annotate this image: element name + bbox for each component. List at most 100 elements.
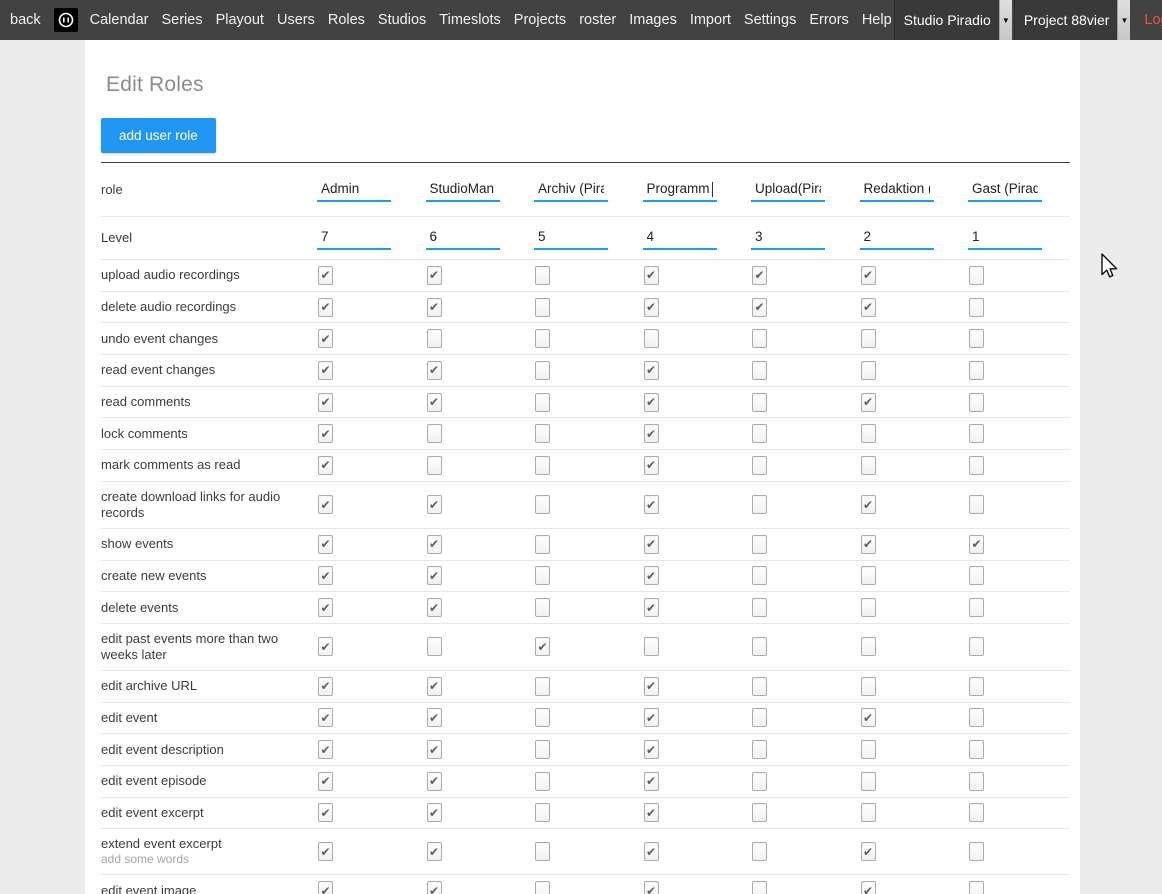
permission-checkbox-checked[interactable]: ✔ — [644, 298, 659, 317]
permission-checkbox-checked[interactable]: ✔ — [644, 881, 659, 894]
project-select[interactable]: Project 88vier ▼ — [1014, 0, 1131, 40]
role-name-input-2[interactable] — [426, 178, 500, 202]
permission-checkbox-checked[interactable]: ✔ — [861, 881, 876, 894]
permission-checkbox-unchecked[interactable] — [969, 566, 984, 585]
permission-checkbox-unchecked[interactable] — [969, 708, 984, 727]
permission-checkbox-unchecked[interactable] — [752, 566, 767, 585]
permission-checkbox-unchecked[interactable] — [861, 329, 876, 348]
permission-checkbox-checked[interactable]: ✔ — [318, 424, 333, 443]
permission-checkbox-unchecked[interactable] — [535, 329, 550, 348]
permission-checkbox-checked[interactable]: ✔ — [861, 842, 876, 861]
permission-checkbox-unchecked[interactable] — [752, 772, 767, 791]
permission-checkbox-checked[interactable]: ✔ — [318, 708, 333, 727]
permission-checkbox-checked[interactable]: ✔ — [427, 598, 442, 617]
permission-checkbox-checked[interactable]: ✔ — [318, 535, 333, 554]
level-input-1[interactable] — [317, 226, 391, 250]
permission-checkbox-checked[interactable]: ✔ — [318, 772, 333, 791]
permission-checkbox-unchecked[interactable] — [969, 803, 984, 822]
nav-item-series[interactable]: Series — [161, 12, 202, 28]
nav-item-images[interactable]: Images — [629, 12, 677, 28]
permission-checkbox-unchecked[interactable] — [861, 598, 876, 617]
permission-checkbox-checked[interactable]: ✔ — [427, 803, 442, 822]
add-user-role-button[interactable]: add user role — [101, 118, 216, 153]
permission-checkbox-checked[interactable]: ✔ — [427, 708, 442, 727]
permission-checkbox-checked[interactable]: ✔ — [318, 393, 333, 412]
permission-checkbox-checked[interactable]: ✔ — [644, 566, 659, 585]
permission-checkbox-unchecked[interactable] — [535, 495, 550, 514]
permission-checkbox-unchecked[interactable] — [535, 740, 550, 759]
permission-checkbox-unchecked[interactable] — [969, 677, 984, 696]
permission-checkbox-unchecked[interactable] — [752, 424, 767, 443]
permission-checkbox-unchecked[interactable] — [752, 803, 767, 822]
permission-checkbox-unchecked[interactable] — [535, 535, 550, 554]
permission-checkbox-unchecked[interactable] — [535, 456, 550, 475]
permission-checkbox-checked[interactable]: ✔ — [318, 566, 333, 585]
studio-select[interactable]: Studio Piradio ▼ — [894, 0, 1012, 40]
permission-checkbox-checked[interactable]: ✔ — [318, 266, 333, 285]
permission-checkbox-unchecked[interactable] — [861, 456, 876, 475]
role-name-input-6[interactable] — [860, 178, 934, 202]
nav-item-users[interactable]: Users — [277, 12, 315, 28]
level-input-4[interactable] — [643, 226, 717, 250]
permission-checkbox-checked[interactable]: ✔ — [861, 266, 876, 285]
permission-checkbox-unchecked[interactable] — [535, 677, 550, 696]
permission-checkbox-unchecked[interactable] — [427, 424, 442, 443]
permission-checkbox-unchecked[interactable] — [752, 637, 767, 656]
permission-checkbox-checked[interactable]: ✔ — [969, 535, 984, 554]
permission-checkbox-unchecked[interactable] — [861, 361, 876, 380]
permission-checkbox-unchecked[interactable] — [535, 708, 550, 727]
permission-checkbox-checked[interactable]: ✔ — [318, 298, 333, 317]
nav-item-roles[interactable]: Roles — [328, 12, 365, 28]
permission-checkbox-unchecked[interactable] — [752, 361, 767, 380]
permission-checkbox-unchecked[interactable] — [969, 740, 984, 759]
level-input-7[interactable] — [968, 226, 1042, 250]
permission-checkbox-checked[interactable]: ✔ — [644, 708, 659, 727]
permission-checkbox-unchecked[interactable] — [752, 708, 767, 727]
permission-checkbox-unchecked[interactable] — [644, 637, 659, 656]
permission-checkbox-checked[interactable]: ✔ — [427, 495, 442, 514]
permission-checkbox-unchecked[interactable] — [752, 740, 767, 759]
permission-checkbox-unchecked[interactable] — [861, 637, 876, 656]
permission-checkbox-checked[interactable]: ✔ — [861, 393, 876, 412]
nav-item-back[interactable]: back — [10, 12, 41, 28]
permission-checkbox-checked[interactable]: ✔ — [427, 266, 442, 285]
chevron-down-icon[interactable]: ▼ — [1117, 0, 1130, 40]
permission-checkbox-unchecked[interactable] — [969, 361, 984, 380]
permission-checkbox-unchecked[interactable] — [969, 424, 984, 443]
permission-checkbox-checked[interactable]: ✔ — [861, 495, 876, 514]
role-name-input-3[interactable] — [534, 178, 608, 202]
permission-checkbox-checked[interactable]: ✔ — [644, 361, 659, 380]
permission-checkbox-checked[interactable]: ✔ — [535, 637, 550, 656]
nav-item-timeslots[interactable]: Timeslots — [439, 12, 501, 28]
permission-checkbox-unchecked[interactable] — [535, 772, 550, 791]
permission-checkbox-unchecked[interactable] — [969, 842, 984, 861]
logout-link[interactable]: Logout — [1144, 12, 1162, 28]
permission-checkbox-checked[interactable]: ✔ — [318, 677, 333, 696]
permission-checkbox-unchecked[interactable] — [969, 598, 984, 617]
permission-checkbox-checked[interactable]: ✔ — [427, 535, 442, 554]
permission-checkbox-unchecked[interactable] — [752, 329, 767, 348]
permission-checkbox-unchecked[interactable] — [535, 393, 550, 412]
permission-checkbox-checked[interactable]: ✔ — [861, 535, 876, 554]
permission-checkbox-checked[interactable]: ✔ — [318, 361, 333, 380]
permission-checkbox-unchecked[interactable] — [535, 298, 550, 317]
permission-checkbox-unchecked[interactable] — [969, 456, 984, 475]
station-logo-icon[interactable] — [54, 8, 78, 32]
permission-checkbox-checked[interactable]: ✔ — [318, 637, 333, 656]
nav-item-import[interactable]: Import — [690, 12, 731, 28]
role-name-input-4[interactable] — [643, 178, 717, 202]
permission-checkbox-checked[interactable]: ✔ — [644, 535, 659, 554]
nav-item-errors[interactable]: Errors — [809, 12, 848, 28]
role-name-input-5[interactable] — [751, 178, 825, 202]
permission-checkbox-unchecked[interactable] — [969, 881, 984, 894]
permission-checkbox-checked[interactable]: ✔ — [427, 740, 442, 759]
permission-checkbox-unchecked[interactable] — [752, 495, 767, 514]
permission-checkbox-unchecked[interactable] — [969, 329, 984, 348]
permission-checkbox-checked[interactable]: ✔ — [318, 329, 333, 348]
permission-checkbox-checked[interactable]: ✔ — [318, 456, 333, 475]
permission-checkbox-checked[interactable]: ✔ — [427, 881, 442, 894]
nav-item-help[interactable]: Help — [862, 12, 892, 28]
nav-item-studios[interactable]: Studios — [378, 12, 426, 28]
permission-checkbox-checked[interactable]: ✔ — [644, 803, 659, 822]
permission-checkbox-checked[interactable]: ✔ — [644, 393, 659, 412]
